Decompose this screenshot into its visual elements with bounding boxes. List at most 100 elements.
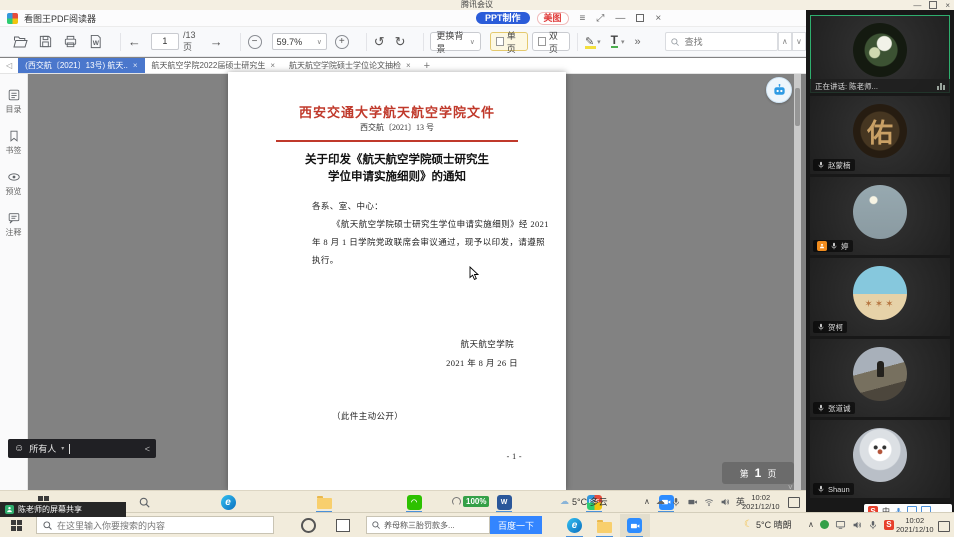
find-next-button[interactable]: ∨ xyxy=(792,32,806,51)
text-tool-icon: T xyxy=(611,35,618,48)
host-explorer-icon[interactable] xyxy=(596,517,613,534)
wifi-icon[interactable] xyxy=(704,497,714,507)
find-input[interactable] xyxy=(683,36,773,48)
shared-clock[interactable]: 10:022021/12/10 xyxy=(742,494,780,511)
news-search-box[interactable]: 养母称三胎罚款多... xyxy=(366,516,490,534)
camera-icon[interactable] xyxy=(687,497,698,507)
document-red-rule xyxy=(276,140,518,142)
document-scrollbar[interactable] xyxy=(794,74,801,490)
tab-document-1[interactable]: (西交航〔2021〕13号) 航天..× xyxy=(18,58,144,73)
save-button[interactable] xyxy=(38,34,53,49)
document-scrollbar-thumb[interactable] xyxy=(795,88,800,126)
rotate-left-button[interactable]: ↺ xyxy=(374,34,385,50)
task-view-button[interactable] xyxy=(334,517,351,534)
pdf-minimize-button[interactable]: — xyxy=(615,13,625,24)
eye-icon xyxy=(7,170,21,184)
participant-tile-2[interactable]: 佑 赵蒙楠 xyxy=(810,96,950,174)
speaker-icon[interactable] xyxy=(852,520,862,530)
host-clock[interactable]: 10:022021/12/10 xyxy=(896,517,934,534)
monitor-icon[interactable] xyxy=(835,519,846,530)
antivirus-icon[interactable] xyxy=(820,520,829,529)
open-file-button[interactable] xyxy=(12,34,28,50)
speaking-indicator-bar: 正在讲话: 陈老师... xyxy=(810,79,950,93)
chat-quick-bar[interactable]: ☺ 所有人 ▾ < xyxy=(8,439,156,458)
page-number-input[interactable]: 1 xyxy=(151,33,179,50)
host-meeting-icon[interactable] xyxy=(626,517,643,534)
tray-expand-icon[interactable]: ∧ xyxy=(644,497,650,506)
speaker-icon[interactable] xyxy=(720,497,730,507)
highlighter-button[interactable]: ✎ ▾ xyxy=(585,35,601,48)
pdf-menu-button[interactable]: ≡ xyxy=(580,13,586,24)
participant-name: 贺柯 xyxy=(828,322,843,333)
zoom-in-button[interactable]: + xyxy=(335,35,349,49)
tab-close-icon[interactable]: × xyxy=(133,61,138,70)
sidebar-item-bookmark[interactable]: 书签 xyxy=(6,129,22,156)
cortana-button[interactable] xyxy=(300,517,317,534)
more-tools-button[interactable]: » xyxy=(635,36,641,48)
emoji-button[interactable]: ☺ xyxy=(14,443,24,454)
tray-expand-icon[interactable]: ∧ xyxy=(808,520,814,529)
print-button[interactable] xyxy=(63,34,78,49)
document-page-number: - 1 - xyxy=(507,452,522,461)
participant-tile-5[interactable]: 张道诚 xyxy=(810,339,950,417)
tab-document-2[interactable]: 航天航空学院2022届硕士研究生× xyxy=(145,58,282,73)
single-page-toggle[interactable]: 单页 xyxy=(490,32,528,51)
tab-document-3[interactable]: 航天航空学院硕士学位论文抽检× xyxy=(282,58,418,73)
host-search-box[interactable]: 在这里输入你要搜索的内容 xyxy=(36,516,274,534)
sidebar-item-annotation[interactable]: 注释 xyxy=(6,211,22,238)
tab-close-icon[interactable]: × xyxy=(270,61,275,70)
ppt-make-button[interactable]: PPT制作 xyxy=(476,12,530,24)
assistant-floating-button[interactable] xyxy=(766,77,792,103)
search-icon xyxy=(42,520,53,531)
zoom-level-select[interactable]: 59.7% ∨ xyxy=(272,33,327,50)
chat-audience-select[interactable]: 所有人 xyxy=(29,442,56,455)
sogou-tray-icon[interactable]: S xyxy=(884,520,894,530)
find-box[interactable] xyxy=(665,32,778,51)
new-tab-button[interactable]: + xyxy=(424,60,430,72)
shared-edge-icon[interactable]: e xyxy=(220,494,236,510)
tab-close-icon[interactable]: × xyxy=(406,61,411,70)
pdf-close-button[interactable]: × xyxy=(655,13,661,24)
shared-notification-icon[interactable] xyxy=(788,497,800,508)
meeting-minimize-button[interactable]: — xyxy=(913,1,921,10)
participant-name: 赵蒙楠 xyxy=(828,160,851,171)
meeting-close-button[interactable]: × xyxy=(945,1,950,10)
pdf-fullscreen-button[interactable]: ⤢ xyxy=(596,13,604,24)
shared-word-icon[interactable]: W xyxy=(496,494,512,510)
pdf-to-word-button[interactable] xyxy=(88,34,103,49)
chat-collapse-button[interactable]: < xyxy=(145,444,150,454)
mic-icon[interactable] xyxy=(868,520,878,530)
host-notification-icon[interactable] xyxy=(938,521,950,532)
meeting-maximize-button[interactable] xyxy=(929,1,937,9)
shared-explorer-icon[interactable] xyxy=(316,494,332,510)
shared-wechat-icon[interactable]: ◠ xyxy=(406,494,422,510)
tab-collapse-button[interactable]: ◁ xyxy=(6,61,12,70)
participant-name: 张道诚 xyxy=(828,403,851,414)
participant-tile-4[interactable]: ✶✶✶ 贺柯 xyxy=(810,258,950,336)
participant-tile-3[interactable]: 婷 xyxy=(810,177,950,255)
double-page-toggle[interactable]: 双页 xyxy=(532,32,570,51)
sidebar-item-toc[interactable]: 目录 xyxy=(6,88,22,115)
participant-tile-6[interactable]: Shaun xyxy=(810,420,950,498)
sidebar-item-preview[interactable]: 预览 xyxy=(6,170,22,197)
zoom-out-button[interactable]: − xyxy=(248,35,262,49)
baidu-search-button[interactable]: 百度一下 xyxy=(490,516,542,534)
meitu-button[interactable]: 美图 xyxy=(537,12,569,25)
host-edge-icon[interactable]: e xyxy=(566,517,583,534)
pdf-restore-button[interactable] xyxy=(636,14,644,22)
meeting-title: 腾讯会议 xyxy=(0,0,954,10)
find-previous-button[interactable]: ∧ xyxy=(778,32,792,51)
host-start-button[interactable] xyxy=(8,517,25,534)
rotate-right-button[interactable]: ↻ xyxy=(395,34,406,50)
shared-weather-widget[interactable]: ☁ 5°C 多云 xyxy=(560,495,608,508)
next-page-button[interactable]: → xyxy=(210,34,223,49)
shared-search-button[interactable] xyxy=(136,494,152,510)
change-background-button[interactable]: 更换背景 ∨ xyxy=(430,32,480,51)
cloud-sync-icon[interactable]: ☁ xyxy=(656,496,665,507)
mic-icon[interactable] xyxy=(671,497,681,507)
prev-page-button[interactable]: ← xyxy=(128,34,141,49)
participant-tile-1[interactable]: 正在讲话: 陈老师... xyxy=(810,15,950,93)
text-tool-button[interactable]: T ▾ xyxy=(611,35,625,48)
text-tool-dropdown-icon: ▾ xyxy=(621,38,625,46)
host-weather-widget[interactable]: ☾ 5°C 晴朗 xyxy=(744,518,792,531)
